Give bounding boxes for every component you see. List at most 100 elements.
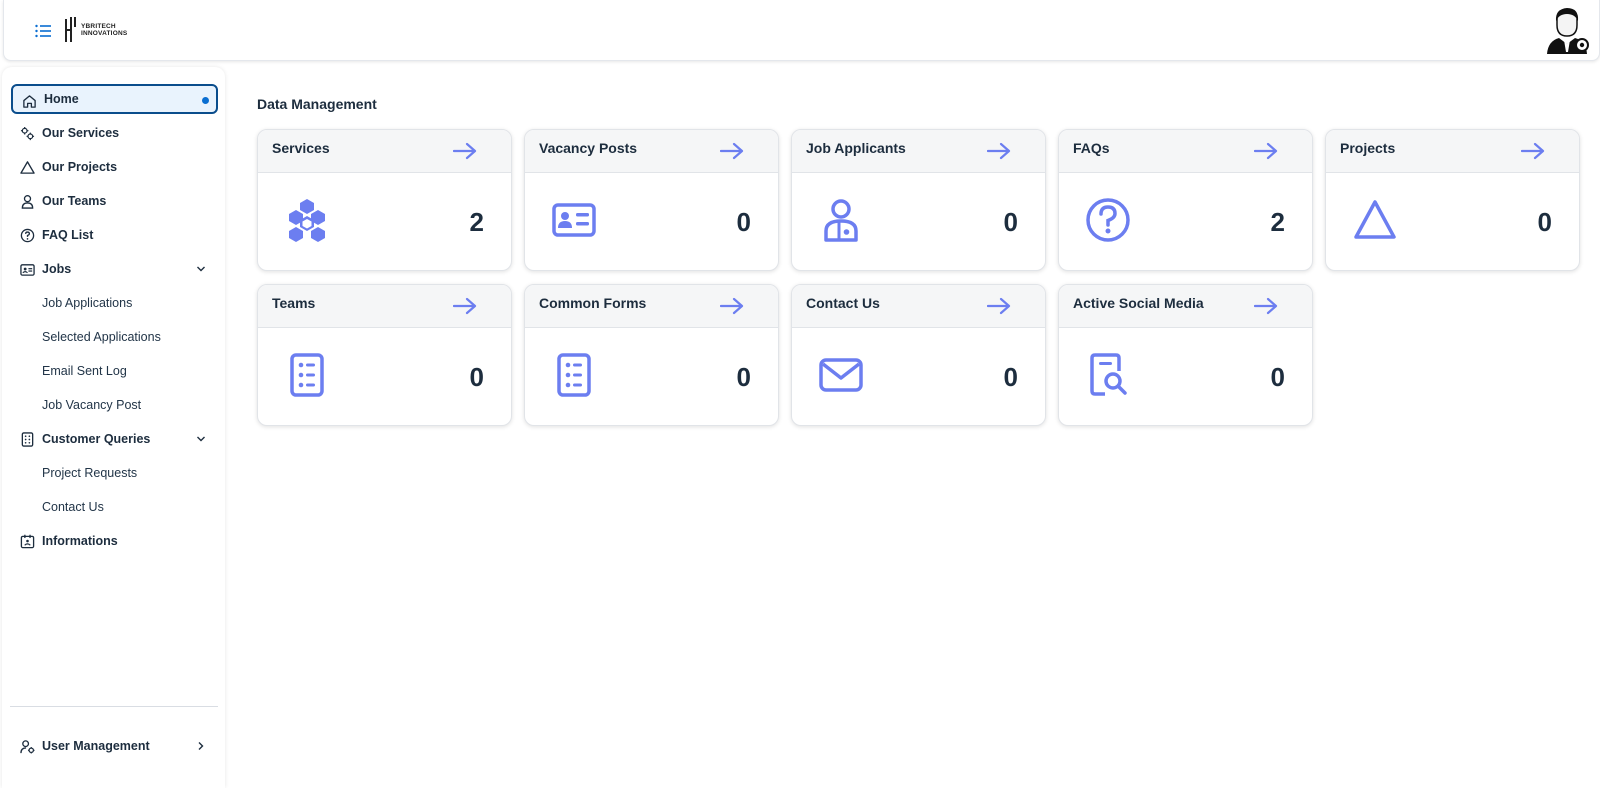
card-job-applicants[interactable]: Job Applicants 0 (791, 129, 1046, 271)
card-header: Job Applicants (792, 130, 1045, 173)
card-body: 0 (1326, 173, 1579, 270)
sidebar: Home Our Services Our Projects Our Teams… (2, 67, 225, 788)
top-header: YBRITECH INNOVATIONS (3, 0, 1600, 61)
sidebar-item-job-applications[interactable]: Job Applications (11, 288, 218, 318)
arrow-right-icon[interactable] (987, 297, 1011, 315)
logo-mark-icon (65, 17, 76, 42)
arrow-right-icon[interactable] (720, 142, 744, 160)
card-body: 0 (792, 173, 1045, 270)
sidebar-item-label: Informations (42, 534, 118, 548)
sidebar-item-customer-queries[interactable]: Customer Queries (11, 424, 218, 454)
card-count: 2 (469, 207, 484, 237)
card-header: Projects (1326, 130, 1579, 173)
sidebar-item-email-sent-log[interactable]: Email Sent Log (11, 356, 218, 386)
card-body: 0 (258, 328, 511, 425)
sidebar-item-job-vacancy-post[interactable]: Job Vacancy Post (11, 390, 218, 420)
sidebar-item-selected-applications[interactable]: Selected Applications (11, 322, 218, 352)
card-projects[interactable]: Projects 0 (1325, 129, 1580, 271)
sidebar-item-informations[interactable]: Informations (11, 526, 218, 556)
logo-text-line1: YBRITECH (81, 23, 116, 30)
document-search-icon (1090, 353, 1127, 396)
logo-text-line2: INNOVATIONS (81, 30, 128, 37)
sidebar-item-label: Email Sent Log (42, 364, 127, 378)
form-icon (557, 353, 591, 397)
card-header: Services (258, 130, 511, 173)
sidebar-item-home[interactable]: Home (11, 84, 218, 114)
sidebar-item-label: Jobs (42, 262, 72, 276)
card-title: Common Forms (539, 295, 647, 311)
sidebar-item-label: Our Services (42, 126, 120, 140)
card-teams[interactable]: Teams 0 (257, 284, 512, 426)
card-title: Vacancy Posts (539, 140, 638, 156)
card-contact-us[interactable]: Contact Us 0 (791, 284, 1046, 426)
arrow-right-icon[interactable] (720, 297, 744, 315)
card-vacancy-posts[interactable]: Vacancy Posts 0 (524, 129, 779, 271)
card-title: Services (272, 140, 330, 156)
sidebar-item-project-requests[interactable]: Project Requests (11, 458, 218, 488)
arrow-right-icon[interactable] (453, 297, 477, 315)
card-count: 2 (1270, 207, 1285, 237)
sidebar-item-label: Job Vacancy Post (42, 398, 142, 412)
id-card-icon (552, 203, 596, 237)
sidebar-item-user-management[interactable]: User Management (11, 731, 218, 761)
arrow-right-icon[interactable] (1254, 297, 1278, 315)
card-count: 0 (1003, 207, 1018, 237)
card-header: Vacancy Posts (525, 130, 778, 173)
form-icon (20, 432, 35, 447)
home-icon (22, 94, 37, 109)
user-settings-icon (20, 739, 35, 754)
card-title: Teams (272, 295, 316, 311)
arrow-right-icon[interactable] (1521, 142, 1545, 160)
question-circle-icon (1086, 198, 1130, 242)
chevron-right-icon[interactable] (196, 741, 206, 751)
card-common-forms[interactable]: Common Forms 0 (524, 284, 779, 426)
card-count: 0 (1270, 362, 1285, 392)
card-title: Job Applicants (806, 140, 906, 156)
person-badge-icon (824, 199, 858, 242)
card-title: FAQs (1073, 140, 1110, 156)
sidebar-item-label: Home (44, 92, 79, 106)
sidebar-item-label: FAQ List (42, 228, 94, 242)
card-header: Contact Us (792, 285, 1045, 328)
sidebar-item-label: Our Teams (42, 194, 107, 208)
cube-cluster-icon (289, 199, 325, 242)
sidebar-item-our-teams[interactable]: Our Teams (11, 186, 218, 216)
card-body: 0 (792, 328, 1045, 425)
arrow-right-icon[interactable] (1254, 142, 1278, 160)
card-count: 0 (1003, 362, 1018, 392)
card-faqs[interactable]: FAQs 2 (1058, 129, 1313, 271)
sidebar-item-jobs[interactable]: Jobs (11, 254, 218, 284)
triangle-icon (20, 160, 35, 175)
sidebar-item-label: Selected Applications (42, 330, 161, 344)
list-icon[interactable] (35, 24, 51, 38)
question-circle-icon (20, 228, 35, 243)
sidebar-item-label: Customer Queries (42, 432, 151, 446)
card-header: Common Forms (525, 285, 778, 328)
active-indicator (202, 97, 209, 104)
sidebar-item-label: Job Applications (42, 296, 133, 310)
gears-icon (20, 126, 35, 141)
sidebar-item-our-services[interactable]: Our Services (11, 118, 218, 148)
sidebar-item-faq-list[interactable]: FAQ List (11, 220, 218, 250)
card-active-social-media[interactable]: Active Social Media 0 (1058, 284, 1313, 426)
chevron-down-icon[interactable] (196, 434, 206, 444)
arrow-right-icon[interactable] (453, 142, 477, 160)
card-body: 0 (525, 173, 778, 270)
user-avatar-icon[interactable] (1545, 6, 1591, 54)
card-header: Active Social Media (1059, 285, 1312, 328)
sidebar-item-contact-us[interactable]: Contact Us (11, 492, 218, 522)
arrow-right-icon[interactable] (987, 142, 1011, 160)
card-title: Contact Us (806, 295, 880, 311)
triangle-icon (1354, 200, 1396, 239)
company-logo[interactable]: YBRITECH INNOVATIONS (64, 16, 127, 44)
card-services[interactable]: Services 2 (257, 129, 512, 271)
section-title: Data Management (257, 96, 377, 112)
card-title: Active Social Media (1073, 295, 1204, 311)
card-body: 0 (1059, 328, 1312, 425)
id-card-icon (20, 262, 35, 277)
sidebar-item-our-projects[interactable]: Our Projects (11, 152, 218, 182)
card-body: 0 (525, 328, 778, 425)
chevron-down-icon[interactable] (196, 264, 206, 274)
sidebar-item-label: Project Requests (42, 466, 138, 480)
sidebar-item-label: User Management (42, 739, 150, 753)
